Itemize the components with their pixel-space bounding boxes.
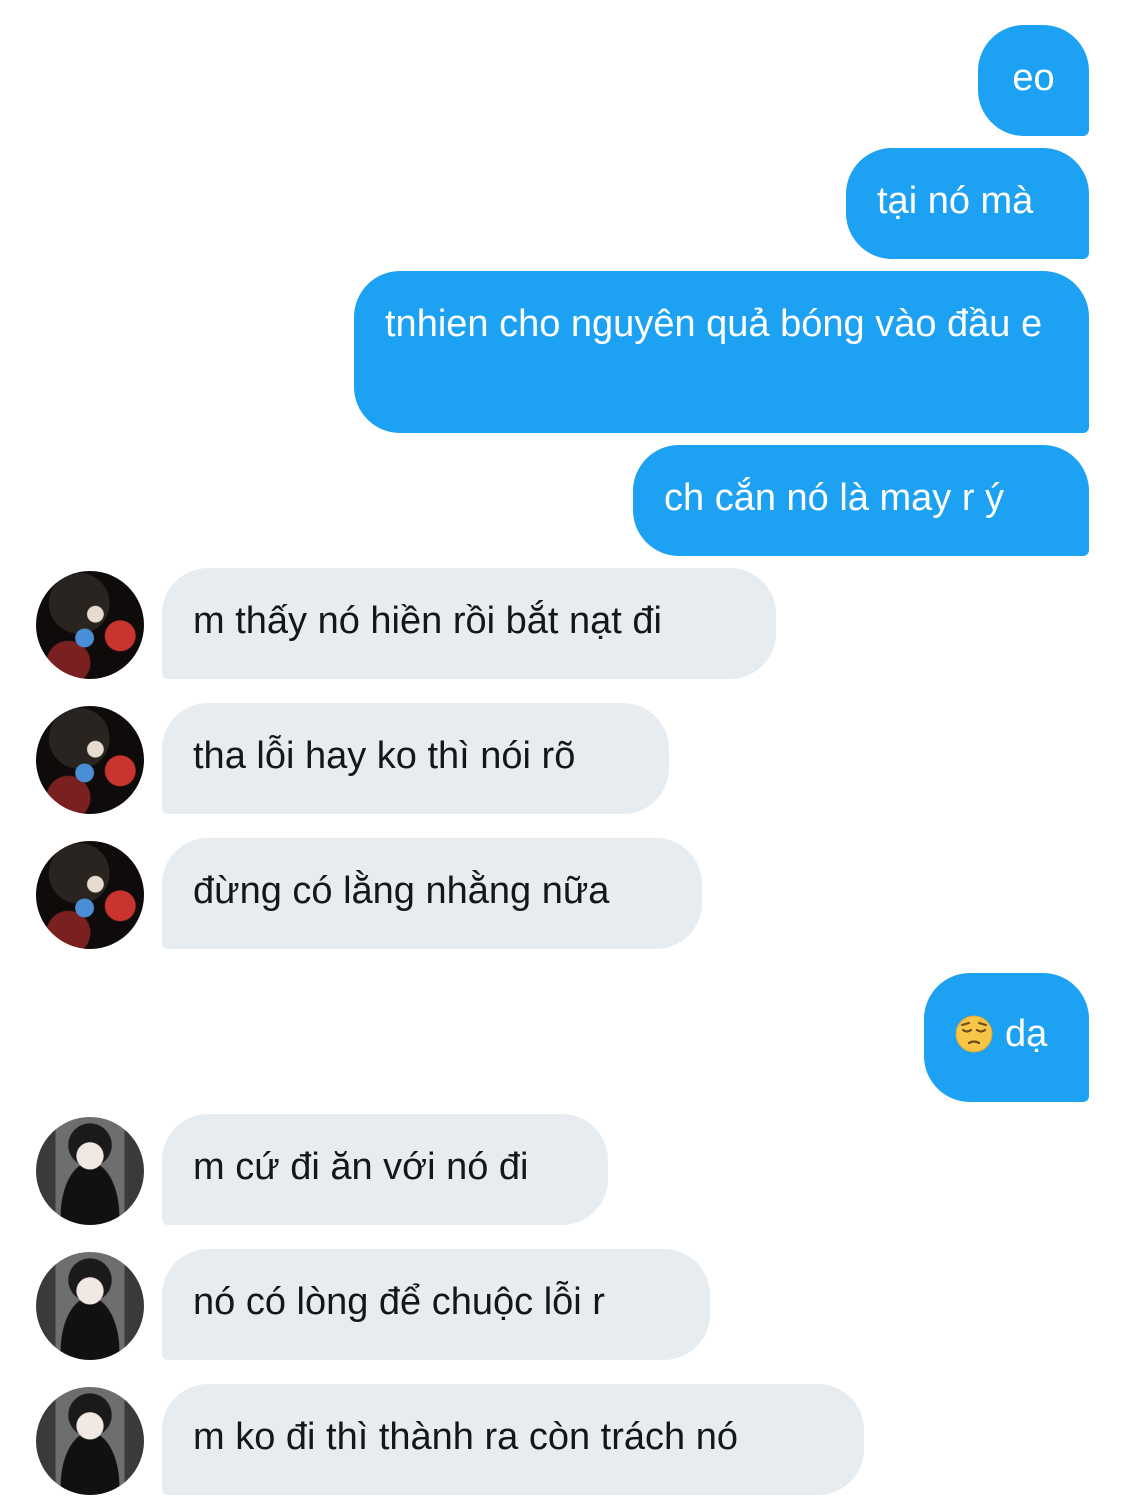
sender-avatar[interactable] [36,841,144,949]
sent-message[interactable]: eo [978,25,1089,136]
message-text: dạ [1005,1013,1048,1055]
message-text: nó có lòng để chuộc lỗi r [193,1281,605,1323]
message-text: m thấy nó hiền rồi bắt nạt đi [193,600,662,642]
message-text: tại nó mà [877,180,1034,222]
message-text: tnhien cho nguyên quả bóng vào đầu e [385,303,1043,345]
pensive-face-emoji [955,1015,993,1053]
message-text: đừng có lằng nhằng nữa [193,870,610,912]
sent-message[interactable]: tại nó mà [846,148,1089,259]
message-text: eo [1012,57,1055,99]
sent-message[interactable]: ch cắn nó là may r ý [633,445,1089,556]
sender-avatar[interactable] [36,706,144,814]
message-text: tha lỗi hay ko thì nói rõ [193,735,576,777]
sent-message[interactable]: dạ [924,973,1089,1102]
sender-avatar[interactable] [36,1387,144,1495]
sender-avatar[interactable] [36,1252,144,1360]
sender-avatar[interactable] [36,571,144,679]
received-message[interactable]: m ko đi thì thành ra còn trách nó [162,1384,864,1495]
received-message[interactable]: đừng có lằng nhằng nữa [162,838,702,949]
sender-avatar[interactable] [36,1117,144,1225]
received-message[interactable]: nó có lòng để chuộc lỗi r [162,1249,710,1360]
sent-message[interactable]: tnhien cho nguyên quả bóng vào đầu e [354,271,1089,433]
received-message[interactable]: tha lỗi hay ko thì nói rõ [162,703,669,814]
received-message[interactable]: m thấy nó hiền rồi bắt nạt đi [162,568,776,679]
received-message[interactable]: m cứ đi ăn với nó đi [162,1114,608,1225]
message-text: m ko đi thì thành ra còn trách nó [193,1416,738,1458]
message-text: m cứ đi ăn với nó đi [193,1146,529,1188]
message-text: ch cắn nó là may r ý [664,477,1005,519]
